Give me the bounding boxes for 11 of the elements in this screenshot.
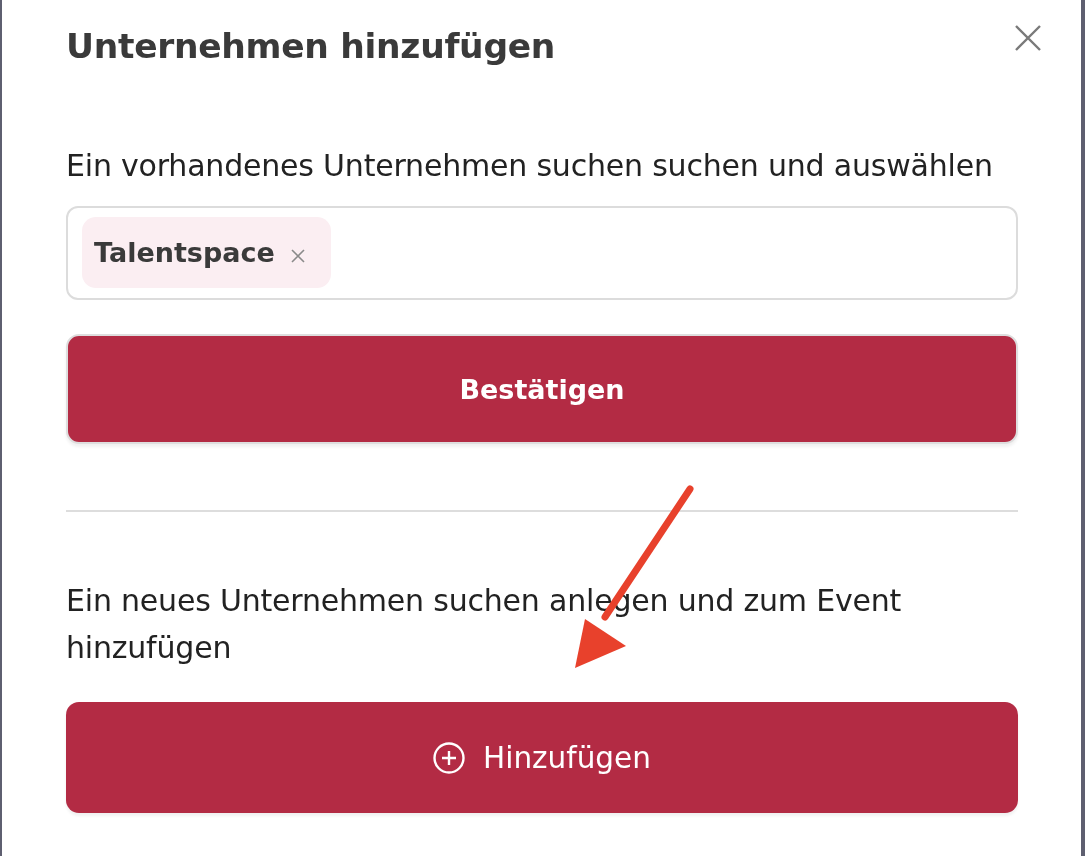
tag-label: Talentspace — [94, 237, 275, 268]
remove-icon — [290, 248, 305, 263]
confirm-button[interactable]: Bestätigen — [66, 334, 1018, 444]
dialog-title: Unternehmen hinzufügen — [66, 27, 556, 65]
section-label: Ein vorhandenes Unternehmen suchen suchen und auswählen — [66, 147, 994, 185]
close-button[interactable] — [1014, 24, 1042, 52]
add-button[interactable]: Hinzufügen — [66, 702, 1018, 813]
plus-circle-icon — [433, 741, 466, 774]
close-icon — [1015, 25, 1041, 51]
company-select-field[interactable]: Talentspace — [66, 206, 1018, 300]
tag-remove-button[interactable] — [290, 248, 305, 263]
